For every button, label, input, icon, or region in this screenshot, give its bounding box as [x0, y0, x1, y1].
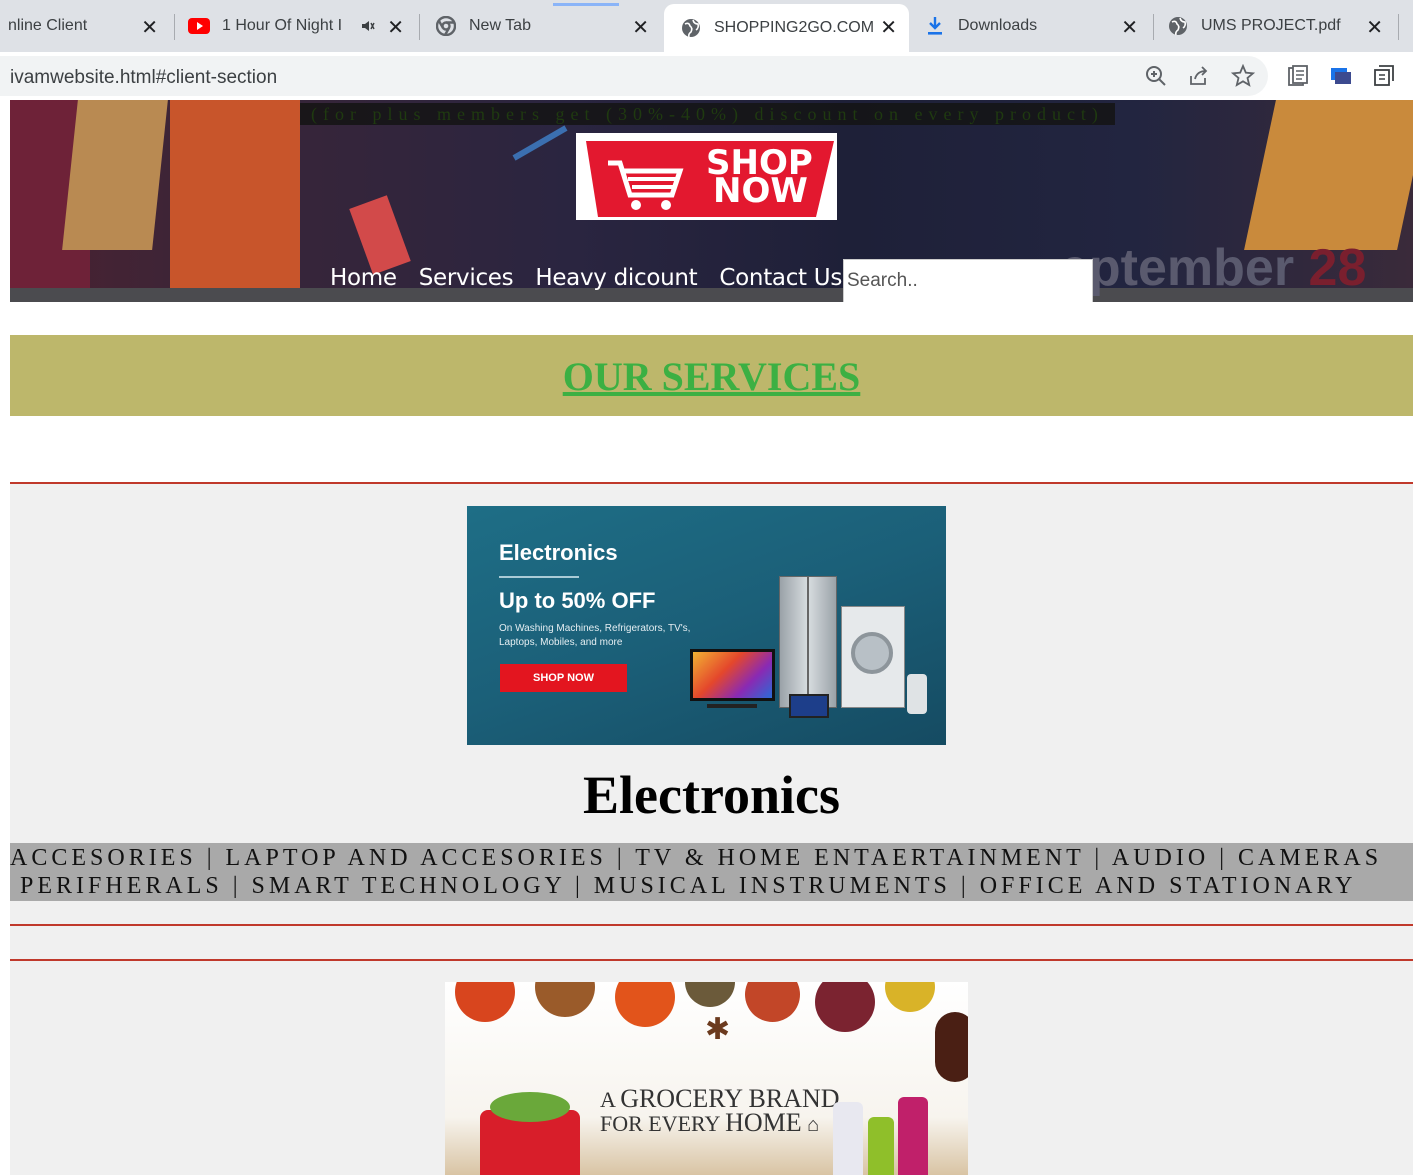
browser-tab-bar: nline Client ✕ 1 Hour Of Night I ✕ New T… — [0, 0, 1413, 52]
tab-separator — [419, 14, 420, 40]
tab-close-icon[interactable]: ✕ — [632, 15, 649, 40]
tab-close-icon[interactable]: ✕ — [387, 15, 404, 40]
spice-bowl-decor — [815, 982, 875, 1032]
nav-heavy-discount[interactable]: Heavy dicount — [535, 265, 697, 291]
tab-title: New Tab — [469, 17, 531, 34]
bottle-decor — [833, 1102, 863, 1175]
page-viewport: (for plus members get (30%-40%) discount… — [0, 100, 1413, 1175]
section-divider — [10, 959, 1413, 961]
spice-bowl-decor — [615, 982, 675, 1027]
reading-list-icon[interactable] — [1286, 64, 1310, 88]
spacer — [10, 416, 1413, 483]
search-input[interactable] — [843, 259, 1093, 302]
logo-line-2: NOW — [713, 171, 808, 211]
tab-ums-project[interactable]: UMS PROJECT.pdf ✕ — [1157, 4, 1395, 48]
star-anise-decor: ✱ — [705, 1013, 731, 1046]
vegetables-decor — [490, 1092, 570, 1122]
grocery-word: HOME — [725, 1108, 802, 1137]
section-divider — [10, 924, 1413, 926]
zoom-icon[interactable] — [1144, 64, 1168, 88]
bottle-decor — [898, 1097, 928, 1175]
tab-title: UMS PROJECT.pdf — [1201, 17, 1341, 34]
tab-title: SHOPPING2GO.COM — [714, 19, 875, 36]
tab-close-icon[interactable]: ✕ — [1366, 15, 1383, 40]
address-bar-row: ivamwebsite.html#client-section — [0, 52, 1413, 100]
orange-bag-decor — [170, 100, 300, 288]
youtube-icon — [188, 15, 210, 37]
fridge-door-line — [807, 576, 809, 708]
bottle-decor — [868, 1117, 894, 1175]
hero-header: (for plus members get (30%-40%) discount… — [10, 100, 1413, 302]
download-icon — [924, 15, 946, 37]
spice-bowl-decor — [455, 982, 515, 1022]
washer-drum-illustration — [851, 632, 893, 674]
date-banner-text: eptember 28 — [1060, 238, 1366, 298]
page-left-edge — [0, 100, 10, 1175]
nav-services[interactable]: Services — [419, 265, 514, 291]
price-tag-decor — [1244, 100, 1413, 250]
grocery-banner[interactable]: ✱ A GROCERY BRAND FOR EVERY HOME ⌂ — [445, 982, 968, 1175]
bookmark-star-icon[interactable] — [1230, 63, 1256, 88]
services-title[interactable]: OUR SERVICES — [563, 353, 861, 400]
spacer — [10, 302, 1413, 335]
laptop-illustration — [789, 694, 829, 718]
tab-title: 1 Hour Of Night I — [222, 17, 343, 34]
nav-home[interactable]: Home — [330, 265, 397, 291]
banner-heading: Electronics — [499, 540, 618, 565]
extension-icon[interactable] — [1329, 64, 1353, 88]
tab-title: Downloads — [958, 17, 1038, 34]
tab-youtube[interactable]: 1 Hour Of Night I ✕ — [178, 4, 416, 48]
globe-icon — [680, 17, 702, 39]
electronics-banner[interactable]: Electronics Up to 50% OFF On Washing Mac… — [467, 506, 946, 745]
promo-text: (for plus members get (30%-40%) discount… — [311, 104, 1104, 124]
tv-illustration — [690, 649, 775, 701]
tab-close-icon[interactable]: ✕ — [880, 15, 897, 40]
spice-bowl-decor — [745, 982, 800, 1022]
nav-contact-us[interactable]: Contact Us — [719, 265, 842, 291]
omnibox[interactable]: ivamwebsite.html#client-section — [0, 56, 1268, 96]
grocery-brand-line-2: FOR EVERY HOME ⌂ — [600, 1108, 819, 1138]
speaker-muted-icon[interactable] — [360, 18, 376, 39]
tab-separator — [1153, 14, 1154, 40]
tab-downloads[interactable]: Downloads ✕ — [912, 4, 1150, 48]
tab-new-tab[interactable]: New Tab ✕ — [423, 4, 661, 48]
tab-separator — [174, 14, 175, 40]
tv-stand-illustration — [707, 704, 757, 708]
chrome-icon — [435, 15, 457, 37]
dates-decor — [935, 1012, 968, 1082]
globe-icon — [1167, 15, 1189, 37]
tab-search-icon[interactable] — [1373, 64, 1397, 88]
banner-rule — [499, 576, 579, 578]
tab-close-icon[interactable]: ✕ — [1121, 15, 1138, 40]
categories-line-1[interactable]: ACCESORIES | LAPTOP AND ACCESORIES | TV … — [10, 845, 1382, 872]
date-number: 28 — [1308, 239, 1367, 297]
banner-details: On Washing Machines, Refrigerators, TV's… — [499, 623, 691, 648]
best-bag-decor — [62, 100, 168, 250]
section-divider — [10, 482, 1413, 484]
promo-strip: (for plus members get (30%-40%) discount… — [300, 103, 1115, 125]
services-band: OUR SERVICES — [10, 335, 1413, 416]
date-word: eptember — [1060, 239, 1295, 297]
banner-shop-now-button[interactable]: SHOP NOW — [500, 664, 627, 692]
home-icon: ⌂ — [807, 1114, 820, 1136]
spice-bowl-decor — [885, 982, 935, 1012]
tab-shopping2go[interactable]: SHOPPING2GO.COM ✕ — [664, 4, 909, 52]
grocery-word: FOR EVERY — [600, 1111, 720, 1136]
electronics-title: Electronics — [583, 765, 840, 825]
tab-close-icon[interactable]: ✕ — [141, 15, 158, 40]
tab-online-client[interactable]: nline Client ✕ — [0, 4, 170, 48]
blender-illustration — [907, 674, 927, 714]
spice-bowl-decor — [535, 982, 595, 1017]
url-text[interactable]: ivamwebsite.html#client-section — [10, 67, 277, 89]
main-nav: Home Services Heavy dicount Contact Us — [330, 260, 842, 296]
shop-now-logo[interactable]: SHOP NOW — [576, 133, 837, 220]
electronics-categories: ACCESORIES | LAPTOP AND ACCESORIES | TV … — [10, 843, 1413, 901]
check-decor — [512, 125, 568, 161]
spice-bowl-decor — [685, 982, 735, 1007]
share-icon[interactable] — [1187, 64, 1211, 88]
categories-line-2[interactable]: PERIFHERALS | SMART TECHNOLOGY | MUSICAL… — [20, 873, 1357, 900]
tab-title: nline Client — [8, 17, 88, 34]
tab-separator — [1398, 14, 1399, 40]
banner-offer: Up to 50% OFF — [499, 588, 656, 613]
